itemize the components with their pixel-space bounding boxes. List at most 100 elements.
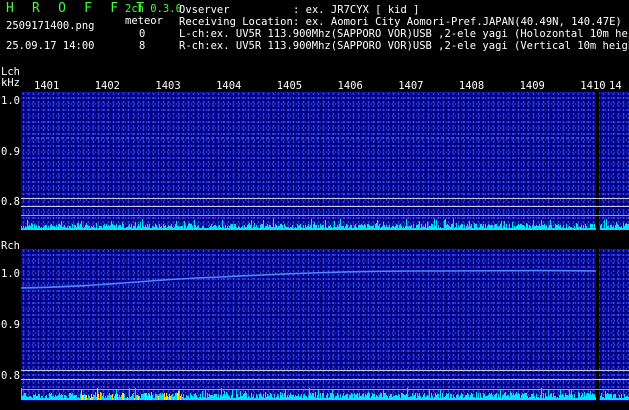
- noise-bar: [337, 225, 338, 230]
- noise-bar: [407, 226, 408, 230]
- noise-bar: [344, 396, 345, 400]
- noise-bar: [433, 398, 434, 400]
- noise-bar: [582, 393, 583, 400]
- noise-bar: [33, 228, 34, 230]
- noise-bar: [585, 224, 586, 230]
- noise-bar: [237, 394, 238, 400]
- noise-bar: [504, 393, 505, 400]
- noise-bar: [473, 397, 474, 400]
- noise-bar: [558, 224, 559, 230]
- noise-bar: [570, 227, 571, 230]
- noise-bar: [259, 394, 260, 400]
- noise-bar: [117, 394, 118, 400]
- lch-ytick-3: 0.8: [1, 196, 20, 208]
- noise-bar: [269, 396, 270, 400]
- noise-bar: [609, 228, 610, 230]
- noise-bar: [428, 227, 429, 230]
- noise-bar: [394, 227, 395, 230]
- noise-bar: [626, 396, 627, 400]
- noise-bar: [557, 225, 558, 230]
- noise-bar: [447, 394, 448, 400]
- noise-bar: [409, 226, 410, 230]
- noise-bar: [217, 228, 218, 230]
- noise-bar: [77, 223, 78, 230]
- noise-bar: [86, 223, 87, 230]
- noise-bar: [619, 227, 620, 230]
- noise-bar: [153, 398, 154, 400]
- noise-bar: [251, 393, 252, 400]
- noise-bar: [91, 226, 92, 230]
- noise-bar: [479, 398, 480, 400]
- noise-bar: [542, 398, 543, 400]
- channel-separator: [21, 231, 629, 242]
- noise-bar: [266, 226, 267, 230]
- noise-bar: [231, 395, 232, 400]
- noise-bar: [353, 228, 354, 230]
- noise-bar: [534, 396, 535, 400]
- noise-bar: [128, 226, 129, 230]
- noise-bar: [475, 398, 476, 400]
- noise-bar: [219, 398, 220, 400]
- noise-bar: [532, 225, 533, 230]
- noise-bar: [226, 228, 227, 230]
- noise-bar: [494, 225, 495, 230]
- time-tick-6: 1407: [398, 80, 424, 92]
- noise-bar: [53, 226, 54, 230]
- noise-bar: [214, 394, 215, 400]
- datetime: 25.09.17 14:00: [6, 40, 95, 52]
- noise-bar: [261, 224, 262, 230]
- noise-bar: [554, 228, 555, 230]
- rch-ytick-3: 0.8: [1, 370, 20, 382]
- noise-bar: [364, 224, 365, 230]
- noise-bar: [462, 224, 463, 230]
- noise-bar: [375, 397, 376, 400]
- noise-bar: [478, 393, 479, 400]
- noise-bar: [92, 227, 93, 230]
- noise-bar: [114, 396, 115, 400]
- noise-bar: [602, 397, 603, 400]
- noise-bar: [238, 397, 239, 400]
- noise-bar: [81, 221, 82, 230]
- noise-bar: [456, 223, 457, 230]
- noise-bar: [114, 225, 115, 230]
- noise-bar: [72, 224, 73, 230]
- noise-bar: [618, 225, 619, 230]
- noise-bar: [354, 393, 355, 400]
- noise-bar: [538, 226, 539, 230]
- noise-bar: [127, 227, 128, 230]
- noise-bar: [296, 228, 297, 230]
- noise-bar: [477, 397, 478, 400]
- noise-bar: [100, 392, 101, 400]
- noise-bar: [499, 397, 500, 400]
- noise-bar: [370, 398, 371, 400]
- noise-bar: [157, 227, 158, 230]
- noise-bar: [228, 228, 229, 230]
- noise-bar: [403, 394, 404, 400]
- noise-bar: [263, 220, 264, 230]
- noise-bar: [213, 226, 214, 230]
- noise-bar: [533, 393, 534, 400]
- noise-bar: [48, 226, 49, 230]
- lch-ytick-1: 1.0: [1, 95, 20, 107]
- noise-bar: [99, 398, 100, 400]
- noise-bar: [203, 226, 204, 230]
- noise-bar: [187, 226, 188, 230]
- noise-bar: [149, 394, 150, 400]
- noise-bar: [443, 397, 444, 400]
- noise-bar: [151, 228, 152, 230]
- noise-bar: [384, 225, 385, 230]
- noise-bar: [443, 228, 444, 230]
- noise-bar: [559, 395, 560, 400]
- noise-bar: [458, 395, 459, 400]
- noise-bar: [348, 398, 349, 400]
- noise-bar: [413, 396, 414, 400]
- noise-bar: [183, 228, 184, 230]
- noise-bar: [112, 394, 113, 400]
- noise-bar: [570, 394, 571, 400]
- noise-bar: [138, 224, 139, 230]
- noise-bar: [439, 228, 440, 230]
- noise-bar: [281, 395, 282, 400]
- noise-bar: [295, 395, 296, 400]
- noise-bar: [220, 395, 221, 400]
- rch-noise-floor: [21, 388, 629, 400]
